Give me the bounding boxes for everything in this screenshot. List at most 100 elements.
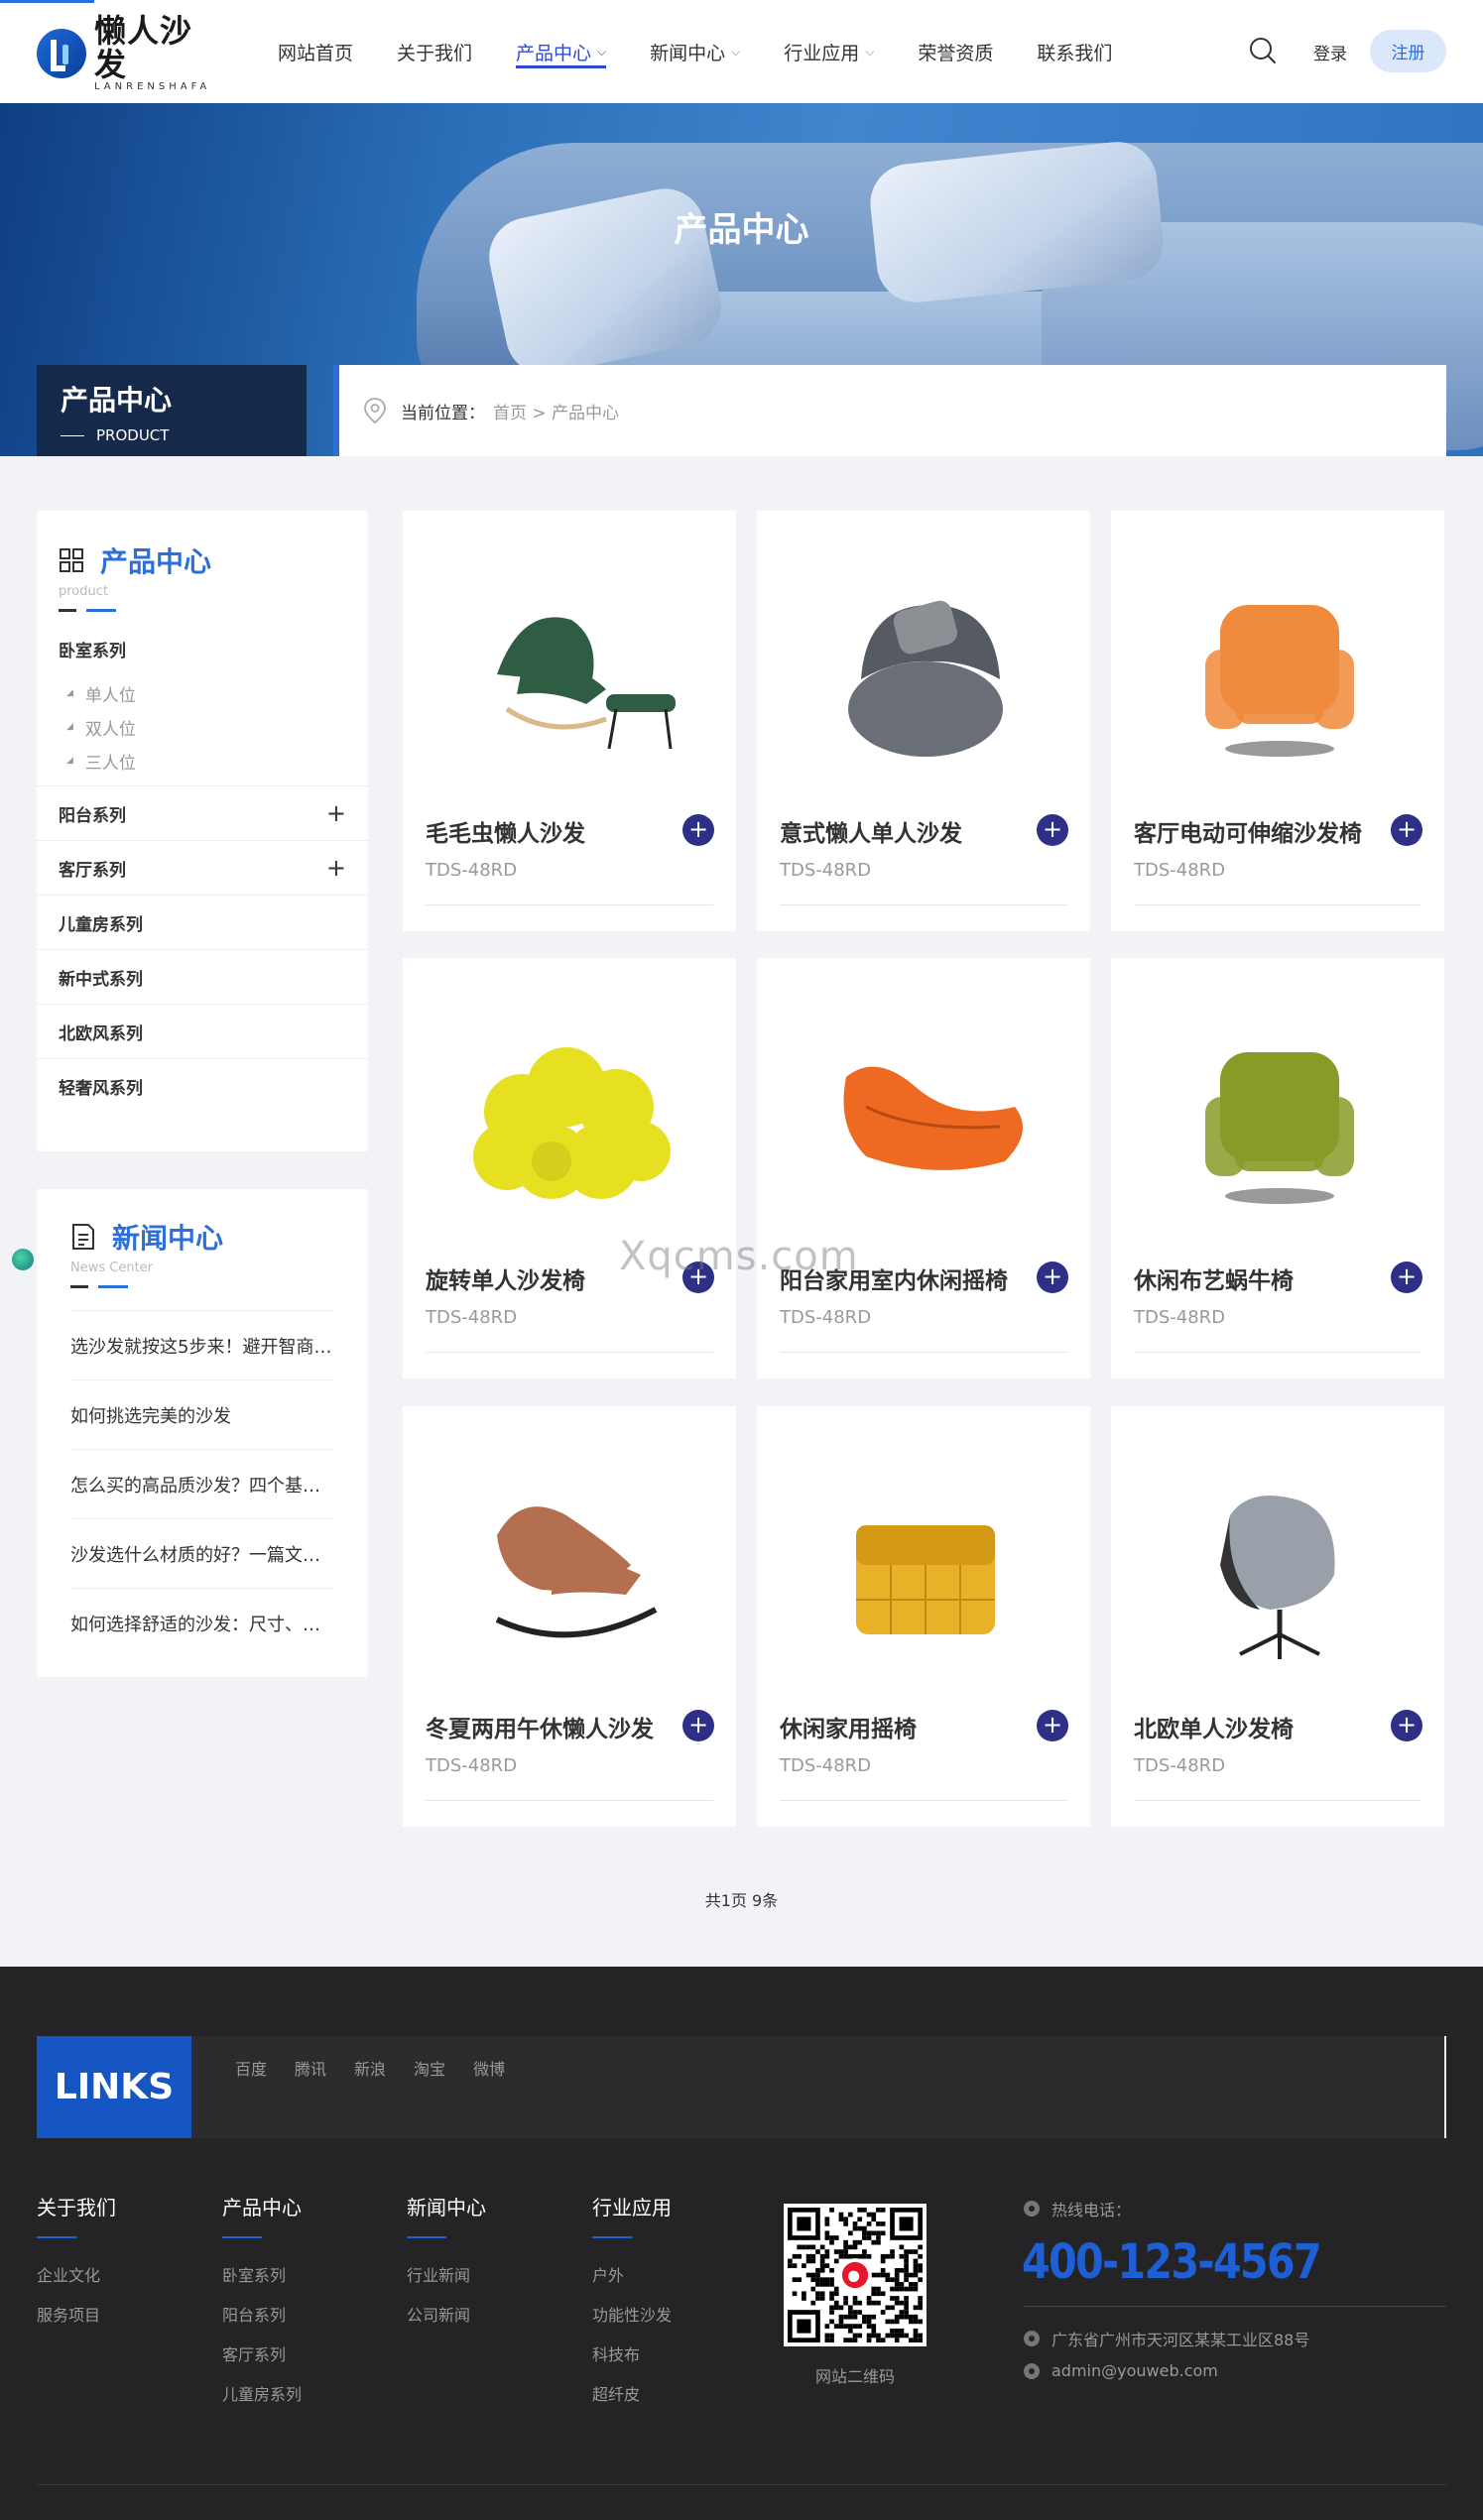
news-item-1[interactable]: 如何挑选完美的沙发 <box>70 1380 334 1449</box>
category-item-5[interactable]: 北欧风系列 <box>37 1004 368 1058</box>
card-divider <box>780 1800 1067 1801</box>
product-code: TDS-48RD <box>1134 1307 1226 1328</box>
plus-icon[interactable]: + <box>682 1710 714 1741</box>
product-card[interactable]: 客厅电动可伸缩沙发椅 + TDS-48RD <box>1111 511 1444 931</box>
category-item-4[interactable]: 新中式系列 <box>37 949 368 1004</box>
subcategory-list: 单人位双人位三人位 <box>37 676 368 785</box>
site-footer: LINKS 百度 腾讯 新浪 淘宝 微博 关于我们 企业文化 服务项目 产品中心 卧室系列 阳台系… <box>0 1967 1483 2520</box>
product-name[interactable]: 北欧单人沙发椅 <box>1134 1710 1372 1743</box>
friend-link[interactable]: 淘宝 <box>414 2056 445 2080</box>
news-item-2[interactable]: 怎么买的高品质沙发？四个基本常识要知道 <box>70 1449 334 1518</box>
footer-link[interactable]: 卧室系列 <box>222 2262 302 2302</box>
footer-link[interactable]: 公司新闻 <box>407 2302 486 2341</box>
hotline-number[interactable]: 400-123-4567 <box>1022 2234 1322 2290</box>
site-logo[interactable]: 懒人沙发 LANRENSHAFA <box>37 14 215 92</box>
product-image[interactable] <box>403 511 736 808</box>
footer-link[interactable]: 儿童房系列 <box>222 2381 302 2421</box>
expand-plus-icon[interactable]: + <box>326 854 346 882</box>
email-text[interactable]: admin@youweb.com <box>1051 2361 1218 2380</box>
footer-link[interactable]: 企业文化 <box>37 2262 116 2302</box>
category-item-3[interactable]: 儿童房系列 <box>37 895 368 949</box>
news-item-3[interactable]: 沙发选什么材质的好？一篇文章告诉你 <box>70 1518 334 1588</box>
footer-link[interactable]: 功能性沙发 <box>592 2302 672 2341</box>
email: admin@youweb.com <box>1024 2361 1218 2380</box>
footer-link[interactable]: 科技布 <box>592 2341 672 2381</box>
plus-icon[interactable]: + <box>1037 1261 1068 1293</box>
product-image[interactable] <box>403 958 736 1256</box>
subcategory-item[interactable]: 三人位 <box>37 744 368 778</box>
product-name[interactable]: 毛毛虫懒人沙发 <box>426 814 664 848</box>
expand-plus-icon[interactable]: + <box>326 799 346 827</box>
footer-link[interactable]: 户外 <box>592 2262 672 2302</box>
footer-column-title[interactable]: 行业应用 <box>592 2192 672 2220</box>
subcategory-item[interactable]: 单人位 <box>37 676 368 710</box>
product-image[interactable] <box>757 511 1090 808</box>
product-name[interactable]: 休闲家用摇椅 <box>780 1710 1018 1743</box>
category-item-1[interactable]: 阳台系列 + <box>37 785 368 840</box>
friend-link[interactable]: 新浪 <box>354 2056 386 2080</box>
plus-icon[interactable]: + <box>1391 1261 1422 1293</box>
friend-link[interactable]: 腾讯 <box>295 2056 326 2080</box>
site-header: 懒人沙发 LANRENSHAFA 网站首页 关于我们 产品中心 ⌵ 新闻中心 ⌵ 行业应用 ⌵… <box>0 0 1483 103</box>
footer-column-title[interactable]: 产品中心 <box>222 2192 302 2220</box>
footer-column-title[interactable]: 新闻中心 <box>407 2192 486 2220</box>
category-item-0[interactable]: 卧室系列 <box>37 622 368 676</box>
product-card[interactable]: 休闲家用摇椅 + TDS-48RD <box>757 1406 1090 1827</box>
nav-item-4[interactable]: 行业应用 ⌵ <box>762 0 896 103</box>
nav-item-3[interactable]: 新闻中心 ⌵ <box>628 0 762 103</box>
product-card[interactable]: 北欧单人沙发椅 + TDS-48RD <box>1111 1406 1444 1827</box>
product-image[interactable] <box>757 1406 1090 1704</box>
globe-icon[interactable] <box>12 1249 34 1270</box>
news-sidebar-subtitle: News Center <box>70 1260 154 1275</box>
footer-link[interactable]: 行业新闻 <box>407 2262 486 2302</box>
product-image[interactable] <box>1111 958 1444 1256</box>
breadcrumb-path[interactable]: 首页 > 产品中心 <box>493 399 619 423</box>
footer-link[interactable]: 阳台系列 <box>222 2302 302 2341</box>
footer-title-underline <box>37 2236 76 2238</box>
product-image[interactable] <box>1111 1406 1444 1704</box>
footer-divider <box>37 2484 1446 2485</box>
pagination: 共1页 9条 <box>704 1891 779 1910</box>
nav-item-2[interactable]: 产品中心 ⌵ <box>494 0 628 103</box>
plus-icon[interactable]: + <box>1037 814 1068 846</box>
news-item-0[interactable]: 选沙发就按这5步来！避开智商税，选到真正好坐的沙发 <box>70 1310 334 1380</box>
register-button[interactable]: 注册 <box>1370 30 1446 72</box>
product-card[interactable]: 休闲布艺蜗牛椅 + TDS-48RD <box>1111 958 1444 1379</box>
product-card[interactable]: 阳台家用室内休闲摇椅 + TDS-48RD <box>757 958 1090 1379</box>
category-item-2[interactable]: 客厅系列 + <box>37 840 368 895</box>
footer-link[interactable]: 服务项目 <box>37 2302 116 2341</box>
plus-icon[interactable]: + <box>1391 814 1422 846</box>
nav-item-1[interactable]: 关于我们 <box>375 0 494 103</box>
footer-column-title[interactable]: 关于我们 <box>37 2192 116 2220</box>
nav-item-5[interactable]: 荣誉资质 <box>896 0 1015 103</box>
login-link[interactable]: 登录 <box>1313 40 1347 64</box>
product-name[interactable]: 冬夏两用午休懒人沙发 <box>426 1710 664 1743</box>
nav-item-0[interactable]: 网站首页 <box>256 0 375 103</box>
footer-link[interactable]: 客厅系列 <box>222 2341 302 2381</box>
category-label: 轻奢风系列 <box>59 1078 143 1099</box>
subcategory-item[interactable]: 双人位 <box>37 710 368 744</box>
qr-caption: 网站二维码 <box>814 2367 895 2386</box>
product-image[interactable] <box>403 1406 736 1704</box>
chevron-down-icon: ⌵ <box>597 44 607 59</box>
product-image[interactable] <box>1111 511 1444 808</box>
product-card[interactable]: 毛毛虫懒人沙发 + TDS-48RD <box>403 511 736 931</box>
footer-link[interactable]: 超纤皮 <box>592 2381 672 2421</box>
news-item-4[interactable]: 如何选择舒适的沙发：尺寸、材质与功能 <box>70 1588 334 1657</box>
product-card[interactable]: 冬夏两用午休懒人沙发 + TDS-48RD <box>403 1406 736 1827</box>
plus-icon[interactable]: + <box>682 814 714 846</box>
plus-icon[interactable]: + <box>1037 1710 1068 1741</box>
nav-item-6[interactable]: 联系我们 <box>1015 0 1134 103</box>
product-image[interactable] <box>757 958 1090 1256</box>
product-name[interactable]: 客厅电动可伸缩沙发椅 <box>1134 814 1372 848</box>
footer-title-underline <box>407 2236 446 2238</box>
friend-link[interactable]: 百度 <box>235 2056 267 2080</box>
product-card[interactable]: 意式懒人单人沙发 + TDS-48RD <box>757 511 1090 931</box>
product-card[interactable]: 旋转单人沙发椅 + TDS-48RD <box>403 958 736 1379</box>
product-name[interactable]: 休闲布艺蜗牛椅 <box>1134 1261 1372 1295</box>
plus-icon[interactable]: + <box>1391 1710 1422 1741</box>
category-item-6[interactable]: 轻奢风系列 <box>37 1058 368 1113</box>
search-icon[interactable] <box>1248 36 1278 65</box>
product-name[interactable]: 意式懒人单人沙发 <box>780 814 1018 848</box>
friend-link[interactable]: 微博 <box>473 2056 505 2080</box>
